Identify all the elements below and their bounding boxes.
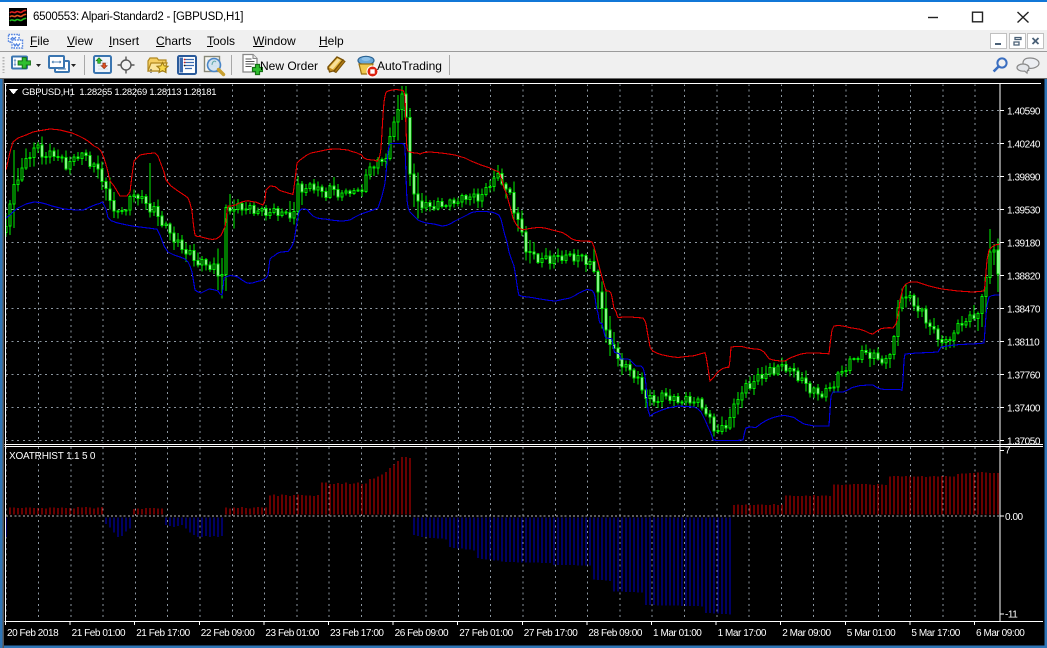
svg-text:27 Feb 01:00: 27 Feb 01:00 xyxy=(459,628,513,639)
svg-text:1.40590: 1.40590 xyxy=(1007,107,1041,118)
svg-text:26 Feb 09:00: 26 Feb 09:00 xyxy=(395,628,449,639)
svg-text:1.37760: 1.37760 xyxy=(1007,371,1041,382)
svg-text:1 Mar 17:00: 1 Mar 17:00 xyxy=(718,628,767,639)
svg-text:1.40240: 1.40240 xyxy=(1007,140,1041,151)
svg-text:21 Feb 01:00: 21 Feb 01:00 xyxy=(72,628,126,639)
svg-text:1.39180: 1.39180 xyxy=(1007,239,1041,250)
svg-text:1.37050: 1.37050 xyxy=(1007,437,1041,448)
svg-text:28 Feb 09:00: 28 Feb 09:00 xyxy=(588,628,642,639)
svg-text:27 Feb 17:00: 27 Feb 17:00 xyxy=(524,628,578,639)
svg-text:GBPUSD,H1 1.28265 1.28269 1.2: GBPUSD,H1 1.28265 1.28269 1.28113 1.2818… xyxy=(22,87,216,98)
svg-text:XOATRHIST 1.1 5 0: XOATRHIST 1.1 5 0 xyxy=(9,451,96,462)
svg-text:5 Mar 17:00: 5 Mar 17:00 xyxy=(911,628,960,639)
svg-text:1.38820: 1.38820 xyxy=(1007,272,1041,283)
svg-text:1.38470: 1.38470 xyxy=(1007,305,1041,316)
svg-text:21 Feb 17:00: 21 Feb 17:00 xyxy=(136,628,190,639)
svg-text:1.37400: 1.37400 xyxy=(1007,404,1041,415)
svg-text:22 Feb 09:00: 22 Feb 09:00 xyxy=(201,628,255,639)
svg-text:23 Feb 01:00: 23 Feb 01:00 xyxy=(265,628,319,639)
svg-text:2 Mar 09:00: 2 Mar 09:00 xyxy=(782,628,831,639)
svg-text:1.39890: 1.39890 xyxy=(1007,173,1041,184)
svg-text:7: 7 xyxy=(1005,446,1011,457)
svg-text:6 Mar 09:00: 6 Mar 09:00 xyxy=(976,628,1025,639)
svg-text:23 Feb 17:00: 23 Feb 17:00 xyxy=(330,628,384,639)
svg-text:-11: -11 xyxy=(1005,610,1018,621)
svg-text:20 Feb 2018: 20 Feb 2018 xyxy=(7,628,59,639)
svg-text:5 Mar 01:00: 5 Mar 01:00 xyxy=(847,628,896,639)
svg-text:1 Mar 01:00: 1 Mar 01:00 xyxy=(653,628,702,639)
svg-text:1.39530: 1.39530 xyxy=(1007,206,1041,217)
svg-text:0.00: 0.00 xyxy=(1005,512,1024,523)
svg-text:1.38110: 1.38110 xyxy=(1007,338,1040,349)
